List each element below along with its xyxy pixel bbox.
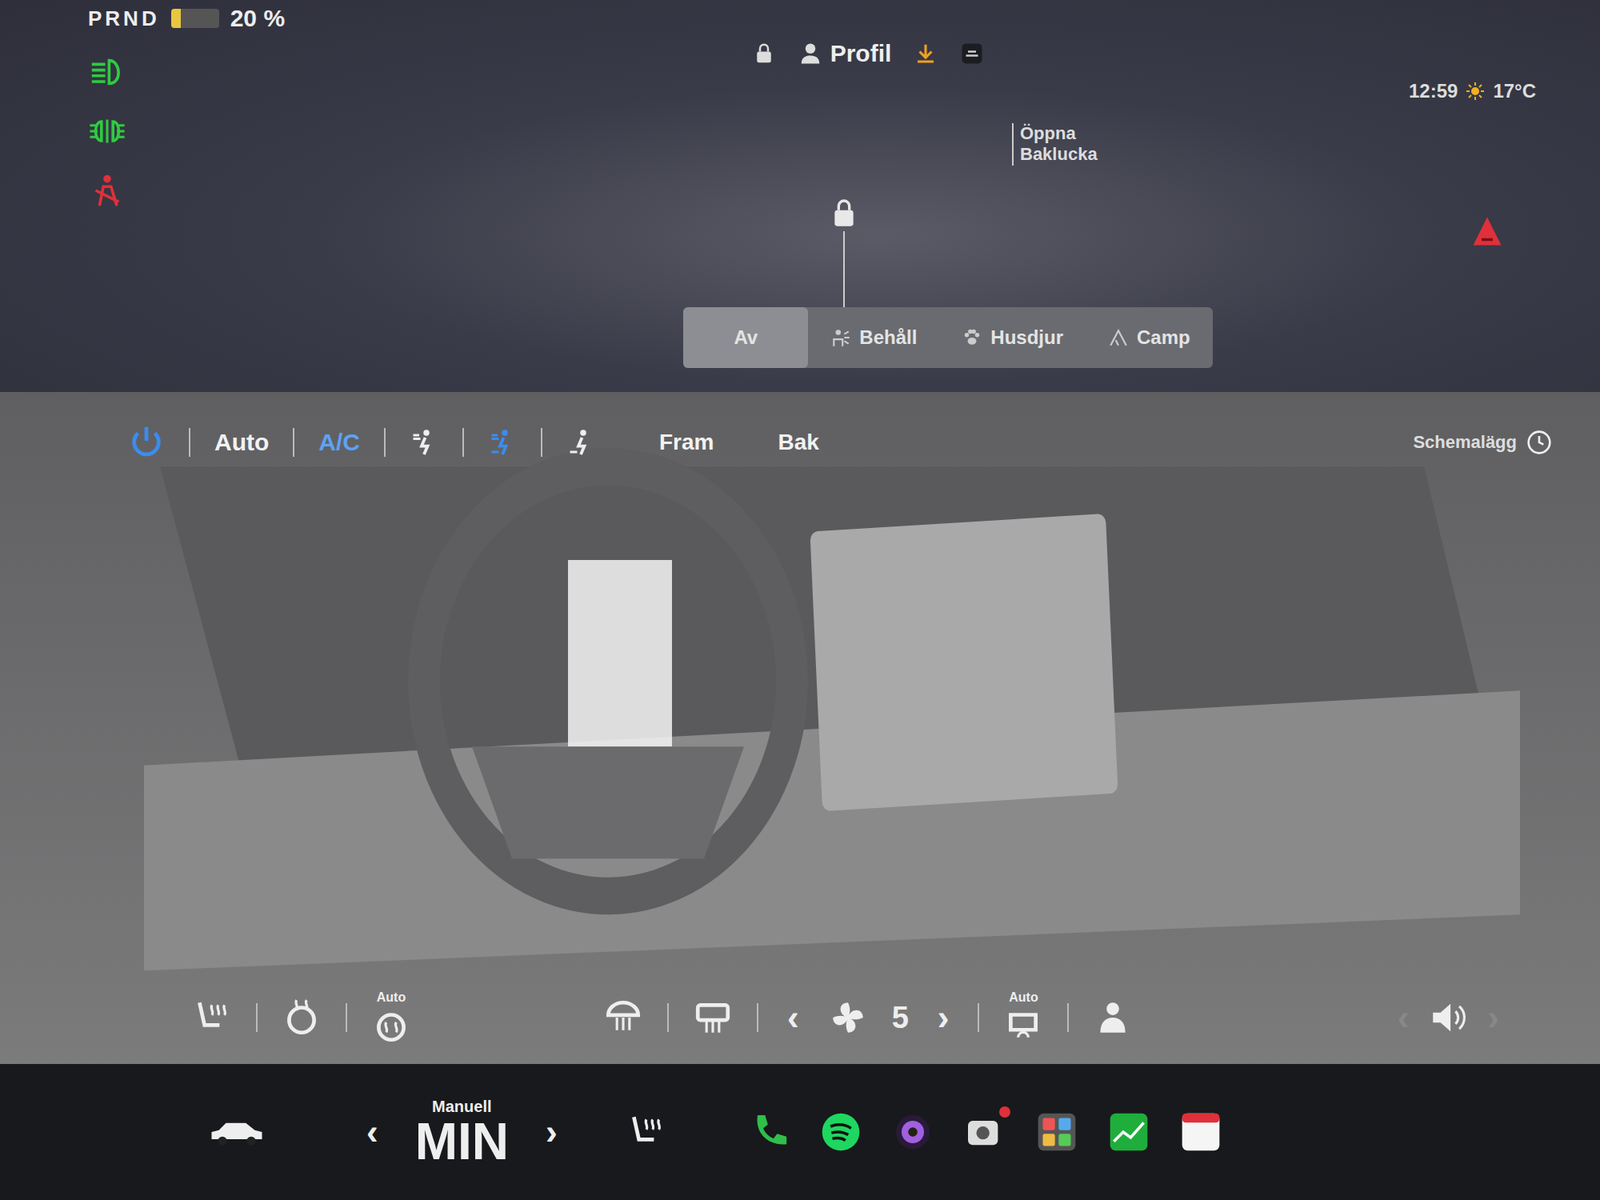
mode-option[interactable]: Av (683, 307, 808, 368)
car-icon[interactable] (208, 1116, 266, 1148)
car-lock[interactable] (828, 194, 860, 308)
header-row: Profil (688, 0, 985, 68)
spotify-icon (818, 1109, 864, 1155)
mode-option[interactable]: Camp (1085, 307, 1213, 368)
app-dashcam[interactable] (962, 1109, 1008, 1155)
gear-selector: PRND (88, 6, 160, 32)
car-panel: PRND 20 % Profil Öppna Baklucka Av Behål… (0, 0, 1600, 392)
clock: 12:59 (1408, 80, 1458, 103)
apps-icon (1034, 1109, 1080, 1155)
headlights-icon (88, 52, 127, 92)
fan-increase[interactable]: › (932, 997, 955, 1038)
temperature-control: ‹ Manuell MIN › (361, 1097, 563, 1168)
stocks-icon (1106, 1109, 1152, 1155)
zone-tab[interactable]: Fram (659, 429, 714, 456)
temp-decrease[interactable]: ‹ (361, 1112, 384, 1152)
volume-control: ‹ › (1392, 997, 1504, 1038)
notification-badge (999, 1106, 1011, 1118)
app-apps[interactable] (1034, 1109, 1080, 1155)
fan-decrease[interactable]: ‹ (782, 997, 804, 1038)
climate-controls: Auto ‹ 5 › Auto ‹ › (128, 990, 1552, 1064)
passenger-seat-heater-icon[interactable] (626, 1112, 667, 1152)
airflow-face-feet-icon[interactable] (488, 428, 517, 457)
mode-option[interactable]: Husdjur (939, 307, 1086, 368)
temperature-value: MIN (415, 1116, 509, 1168)
recirculation-auto[interactable]: Auto (1003, 990, 1044, 1045)
power-icon[interactable] (128, 424, 165, 461)
download-icon[interactable] (913, 41, 938, 66)
outside-temperature: 17°C (1492, 80, 1536, 103)
auto-button[interactable]: Auto (214, 428, 269, 456)
climate-bar: Auto A/C Fram Bak Schemalägg (128, 392, 1552, 461)
front-defrost-icon[interactable] (603, 997, 644, 1038)
status-row: PRND 20 % (88, 4, 376, 32)
mode-option[interactable]: Behåll (808, 307, 940, 368)
person-icon (798, 41, 823, 66)
battery-percent: 20 % (230, 4, 285, 32)
climate-panel: Auto A/C Fram Bak Schemalägg Auto ‹ 5 › A… (0, 392, 1600, 1064)
phone-icon (746, 1109, 792, 1155)
climate-keeper-modes: Av Behåll Husdjur Camp (683, 307, 1212, 368)
app-calendar[interactable] (1178, 1109, 1224, 1155)
sun-icon (1465, 81, 1485, 101)
seat-heater-icon[interactable] (192, 997, 232, 1038)
interior-picture (0, 392, 1600, 1064)
car-view: Öppna Baklucka (376, 67, 1296, 308)
profile-button[interactable]: Profil (798, 40, 892, 68)
paw-icon (961, 327, 983, 348)
steering-heater-icon[interactable] (281, 997, 322, 1038)
airflow-feet-icon[interactable] (566, 428, 596, 457)
seatbelt-warning-icon (88, 171, 127, 210)
alert-icon[interactable] (1470, 214, 1504, 248)
calendar-icon (1178, 1109, 1224, 1155)
car-screen: PRND 20 % Profil Öppna Baklucka Av Behål… (0, 0, 1600, 1200)
fan-icon (828, 997, 868, 1038)
fog-lights-icon (88, 112, 127, 151)
recirculation-icon (1003, 1004, 1044, 1045)
seat-auto-icon (371, 1004, 412, 1045)
schedule-button[interactable]: Schemalägg (1412, 429, 1552, 456)
rear-defrost-icon[interactable] (692, 997, 733, 1038)
airflow-face-icon[interactable] (409, 428, 439, 457)
fan-speed: ‹ 5 › (782, 997, 954, 1038)
dashcam-icon (962, 1109, 1008, 1155)
camera-icon (890, 1109, 936, 1155)
auto-seat-climate[interactable]: Auto (371, 990, 412, 1045)
app-launcher (746, 1109, 1224, 1155)
app-camera[interactable] (890, 1109, 936, 1155)
app-phone[interactable] (746, 1109, 792, 1155)
temp-increase[interactable]: › (540, 1112, 563, 1152)
time-weather: 12:59 17°C (1408, 80, 1536, 103)
open-trunk-button[interactable]: Öppna Baklucka (1012, 123, 1116, 166)
zone-tab[interactable]: Bak (777, 429, 819, 456)
dock: ‹ Manuell MIN › (0, 1064, 1600, 1200)
connectivity-icon[interactable] (960, 41, 984, 66)
lock-icon[interactable] (752, 41, 776, 66)
speaker-icon[interactable] (1428, 997, 1468, 1038)
car-lock-icon (828, 194, 860, 232)
volume-down[interactable]: ‹ (1392, 997, 1415, 1038)
fan-person-icon (830, 327, 852, 348)
app-stocks[interactable] (1106, 1109, 1152, 1155)
passenger-icon[interactable] (1092, 997, 1133, 1038)
clock-icon (1526, 429, 1552, 456)
tent-icon (1108, 327, 1129, 348)
app-spotify[interactable] (818, 1109, 864, 1155)
battery-icon (171, 8, 220, 28)
volume-up[interactable]: › (1482, 997, 1504, 1038)
ac-button[interactable]: A/C (318, 428, 360, 456)
